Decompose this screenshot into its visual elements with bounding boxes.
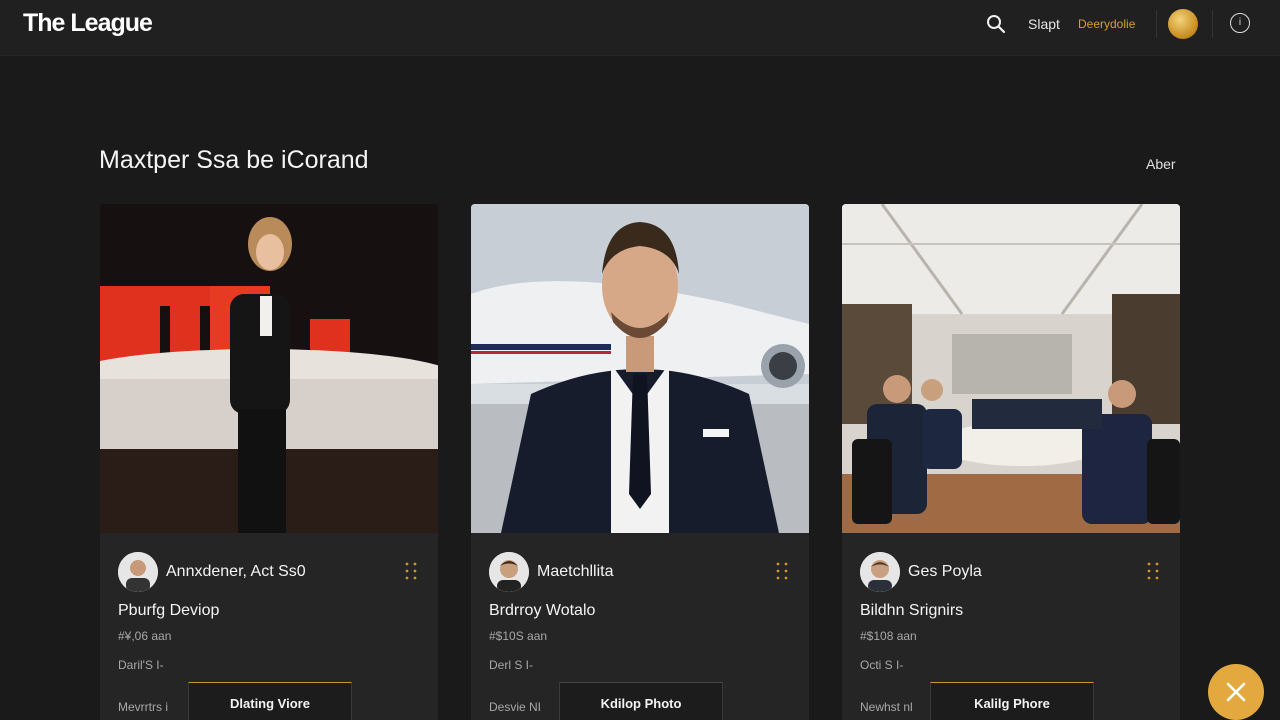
info-icon[interactable]: i <box>1230 13 1250 33</box>
profile-name[interactable]: Maetchllita <box>537 563 613 581</box>
more-options-icon[interactable] <box>400 560 422 582</box>
more-options-icon[interactable] <box>1142 560 1164 582</box>
profile-photo-jet <box>471 204 809 533</box>
card-action-button[interactable]: Kalilg Phore <box>930 682 1094 720</box>
close-icon <box>1226 682 1246 702</box>
top-navigation-bar: The League Slapt Deerydolie i <box>0 0 1280 56</box>
profile-card[interactable]: Maetchllita Brdrroy Wotalo #$10S aan Der… <box>471 204 809 720</box>
section-link[interactable]: Aber <box>1146 156 1176 172</box>
profile-role: Pburfg Deviop <box>118 602 220 619</box>
profile-meta: Derl S I- <box>489 658 534 672</box>
nav-link-highlighted[interactable]: Deerydolie <box>1078 17 1135 31</box>
card-action-button[interactable]: Dlating Viore <box>188 682 352 720</box>
user-avatar[interactable] <box>1168 9 1198 39</box>
card-action-button[interactable]: Kdilop Photo <box>559 682 723 720</box>
search-icon[interactable] <box>986 14 1006 34</box>
profile-meta: Octi S I- <box>860 658 904 672</box>
more-options-icon[interactable] <box>771 560 793 582</box>
profile-meta: Newhst nl <box>860 700 913 714</box>
profile-role: Bildhn Srignirs <box>860 602 964 619</box>
nav-divider <box>1212 10 1213 38</box>
profile-card[interactable]: Annxdener, Act Ss0 Pburfg Deviop #¥,06 a… <box>100 204 438 720</box>
profile-meta: #$10S aan <box>489 629 548 643</box>
nav-divider <box>1156 10 1157 38</box>
profile-avatar[interactable] <box>489 552 529 592</box>
close-fab-button[interactable] <box>1208 664 1264 720</box>
app-logo[interactable]: The League <box>23 9 153 38</box>
profile-photo-stage <box>100 204 438 533</box>
section-title: Maxtper Ssa be iCorand <box>99 146 369 174</box>
profile-meta: Mevrrtrs i <box>118 700 168 714</box>
nav-link[interactable]: Slapt <box>1028 16 1060 32</box>
profile-role: Brdrroy Wotalo <box>489 602 596 619</box>
profile-avatar[interactable] <box>860 552 900 592</box>
profile-avatar[interactable] <box>118 552 158 592</box>
profile-name[interactable]: Ges Poyla <box>908 563 982 581</box>
profile-name[interactable]: Annxdener, Act Ss0 <box>166 563 306 581</box>
profile-meta: #¥,06 aan <box>118 629 172 643</box>
profile-meta: Daril'S I- <box>118 658 164 672</box>
profile-meta: #$108 aan <box>860 629 917 643</box>
profile-card[interactable]: Ges Poyla Bildhn Srignirs #$108 aan Octi… <box>842 204 1180 720</box>
profile-photo-boardroom <box>842 204 1180 533</box>
profile-meta: Desvie NI <box>489 700 542 714</box>
